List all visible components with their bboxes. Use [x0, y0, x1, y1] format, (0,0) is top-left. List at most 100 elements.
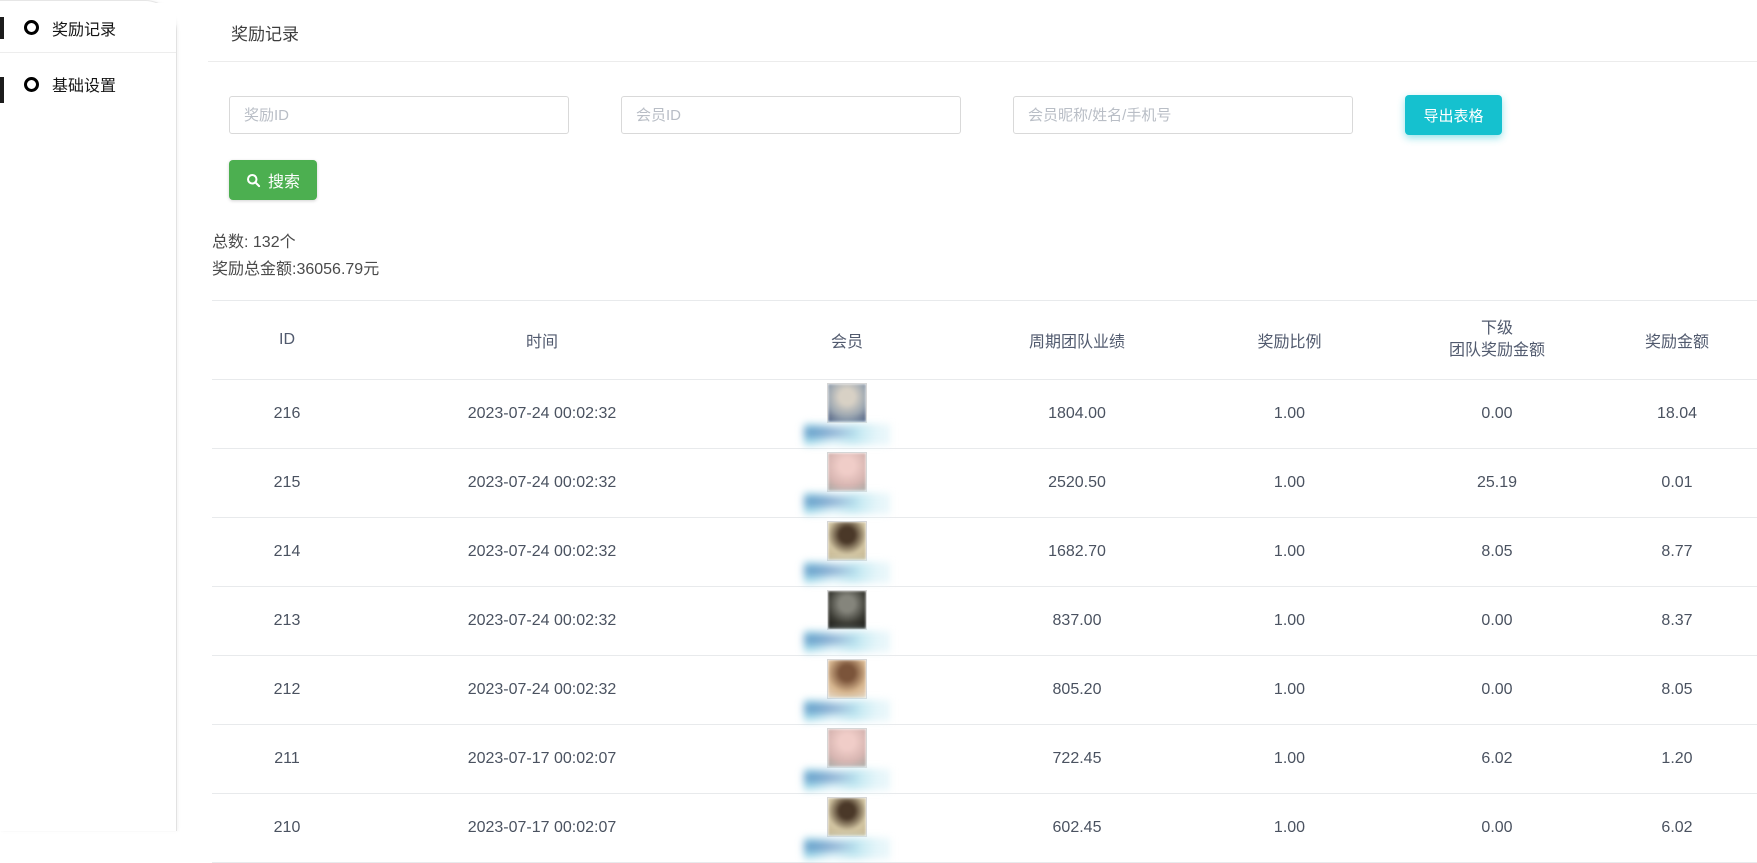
circle-icon: [24, 20, 39, 35]
cell-reward: 1.20: [1597, 724, 1757, 793]
reward-id-input[interactable]: [229, 96, 569, 134]
cell-reward: 8.05: [1597, 655, 1757, 724]
member-avatar: [827, 452, 867, 492]
cell-reward: 0.01: [1597, 448, 1757, 517]
col-header-team-performance: 周期团队业绩: [972, 301, 1182, 379]
summary-block: 总数: 132个 奖励总金额:36056.79元: [212, 229, 1757, 283]
cell-ratio: 1.00: [1182, 448, 1397, 517]
table-row: 2162023-07-24 00:02:321804.001.000.0018.…: [212, 379, 1757, 448]
table-row: 2122023-07-24 00:02:32 805.201.000.008.05: [212, 655, 1757, 724]
rewards-table: ID 时间 会员 周期团队业绩 奖励比例 下级 团队奖励金额 奖励金额 2162…: [212, 301, 1757, 863]
member-cell: [722, 797, 972, 859]
table-row: 2132023-07-24 00:02:32 837.001.000.008.37: [212, 586, 1757, 655]
member-avatar: [827, 659, 867, 699]
col-header-sub-reward-line1: 下级: [1397, 318, 1597, 340]
app-window: 奖励记录 基础设置 奖励记录 导出表格 搜索 总数:: [0, 0, 1757, 831]
export-button[interactable]: 导出表格: [1405, 95, 1502, 135]
member-name-blurred: [804, 493, 890, 514]
cell-team-performance: 837.00: [972, 586, 1182, 655]
table-row: 2142023-07-24 00:02:321682.701.008.058.7…: [212, 517, 1757, 586]
edge-mark: [0, 17, 4, 39]
member-avatar-image: [828, 453, 866, 491]
cell-ratio: 1.00: [1182, 586, 1397, 655]
col-header-ratio: 奖励比例: [1182, 301, 1397, 379]
edge-mark: [0, 77, 4, 103]
sidebar-item-reward-records[interactable]: 奖励记录: [0, 3, 176, 53]
cell-ratio: 1.00: [1182, 517, 1397, 586]
cell-member: [722, 724, 972, 793]
cell-ratio: 1.00: [1182, 379, 1397, 448]
cell-id: 213: [212, 586, 362, 655]
sidebar-item-label: 基础设置: [52, 72, 116, 96]
cell-member: [722, 586, 972, 655]
member-name-blurred: [804, 424, 890, 445]
cell-team-performance: 602.45: [972, 793, 1182, 862]
cell-member: [722, 793, 972, 862]
cell-time: 2023-07-24 00:02:32: [362, 586, 722, 655]
total-amount-label: 奖励总金额:: [212, 261, 296, 278]
table-row: 2112023-07-17 00:02:07722.451.006.021.20: [212, 724, 1757, 793]
cell-time: 2023-07-17 00:02:07: [362, 724, 722, 793]
cell-time: 2023-07-24 00:02:32: [362, 517, 722, 586]
total-count-line: 总数: 132个: [212, 229, 1757, 256]
member-id-input[interactable]: [621, 96, 961, 134]
sidebar-item-basic-settings[interactable]: 基础设置: [0, 59, 176, 109]
col-header-sub-reward: 下级 团队奖励金额: [1397, 301, 1597, 379]
cell-member: [722, 655, 972, 724]
cell-time: 2023-07-24 00:02:32: [362, 655, 722, 724]
main-content: 奖励记录 导出表格 搜索 总数: 132个 奖励总金额:36056.79元: [177, 0, 1757, 831]
cell-reward: 8.77: [1597, 517, 1757, 586]
cell-team-performance: 1682.70: [972, 517, 1182, 586]
member-cell: [722, 452, 972, 514]
member-keyword-input[interactable]: [1013, 96, 1353, 134]
cell-member: [722, 448, 972, 517]
cell-team-performance: 2520.50: [972, 448, 1182, 517]
member-cell: [722, 659, 972, 721]
col-header-member: 会员: [722, 301, 972, 379]
total-amount-value: 36056.79元: [296, 261, 379, 278]
cell-sub-reward: 8.05: [1397, 517, 1597, 586]
filter-bar: 导出表格: [229, 95, 1757, 135]
cell-reward: 6.02: [1597, 793, 1757, 862]
cell-team-performance: 805.20: [972, 655, 1182, 724]
table-row: 2102023-07-17 00:02:07602.451.000.006.02: [212, 793, 1757, 862]
cell-id: 216: [212, 379, 362, 448]
cell-sub-reward: 25.19: [1397, 448, 1597, 517]
table-row: 2152023-07-24 00:02:322520.501.0025.190.…: [212, 448, 1757, 517]
search-button-label: 搜索: [268, 168, 300, 192]
cell-time: 2023-07-17 00:02:07: [362, 793, 722, 862]
cell-ratio: 1.00: [1182, 655, 1397, 724]
circle-icon: [24, 77, 39, 92]
member-name-blurred: [804, 562, 890, 583]
cell-reward: 8.37: [1597, 586, 1757, 655]
cell-id: 210: [212, 793, 362, 862]
cell-ratio: 1.00: [1182, 793, 1397, 862]
member-avatar-image: [828, 798, 866, 836]
cell-team-performance: 1804.00: [972, 379, 1182, 448]
member-avatar-image: [828, 591, 866, 629]
cell-id: 215: [212, 448, 362, 517]
sidebar: 奖励记录 基础设置: [0, 0, 177, 831]
col-header-id: ID: [212, 301, 362, 379]
cell-sub-reward: 0.00: [1397, 586, 1597, 655]
member-cell: [722, 728, 972, 790]
cell-sub-reward: 6.02: [1397, 724, 1597, 793]
sidebar-item-label: 奖励记录: [52, 16, 116, 40]
member-name-blurred: [804, 700, 890, 721]
cell-sub-reward: 0.00: [1397, 379, 1597, 448]
cell-member: [722, 517, 972, 586]
member-avatar: [827, 383, 867, 423]
cell-ratio: 1.00: [1182, 724, 1397, 793]
member-avatar-image: [828, 522, 866, 560]
page-title: 奖励记录: [208, 0, 1757, 62]
cell-id: 211: [212, 724, 362, 793]
member-avatar: [827, 590, 867, 630]
col-header-time: 时间: [362, 301, 722, 379]
total-count-value: 132个: [253, 234, 296, 251]
cell-id: 212: [212, 655, 362, 724]
cell-member: [722, 379, 972, 448]
member-avatar-image: [828, 384, 866, 422]
search-button[interactable]: 搜索: [229, 160, 317, 200]
cell-sub-reward: 0.00: [1397, 655, 1597, 724]
member-cell: [722, 521, 972, 583]
